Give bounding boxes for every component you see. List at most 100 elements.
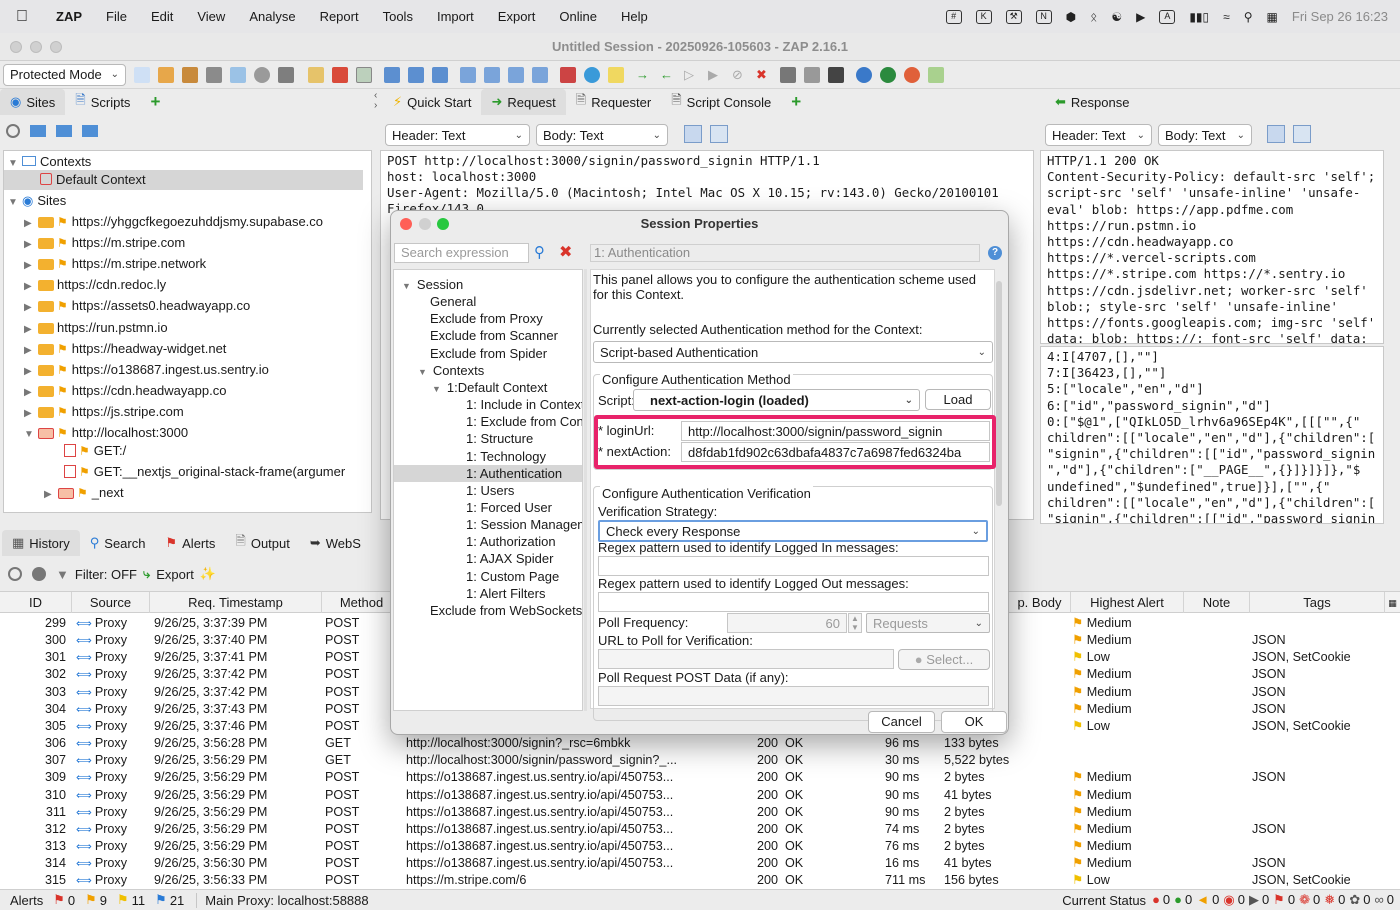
options-tree-item[interactable]: 1: Forced User [394,499,582,516]
show-all-tabs-icon[interactable] [308,66,324,83]
k-icon[interactable]: K [975,9,992,24]
minimize-window-button[interactable] [30,41,42,53]
options-tree-item[interactable]: 1: Technology [394,448,582,465]
tab-sites[interactable]: ◉ Sites [0,89,66,115]
menu-view[interactable]: View [185,9,237,24]
tree-site-item[interactable]: ▶ ⚑ https://cdn.headwayapp.co [24,381,226,401]
new-context-icon[interactable] [30,125,46,137]
help-icon[interactable]: ? [988,246,1002,260]
share-icon[interactable]: ☯ [1111,10,1122,24]
select-button[interactable]: ● Select... [898,649,990,670]
status-icon[interactable]: # [945,9,962,24]
layout-tabs-icon[interactable] [432,66,448,83]
load-button[interactable]: Load [925,389,991,410]
logged-in-regex-field[interactable] [598,556,989,576]
hide-tabs-icon[interactable] [332,66,348,83]
menu-report[interactable]: Report [308,9,371,24]
spotlight-icon[interactable]: ⚲ [1244,10,1253,24]
tree-search-input[interactable]: Search expression [394,243,529,263]
col-id[interactable]: ID [0,592,72,614]
verification-strategy-select[interactable]: Check every Response ⌄ [598,520,988,542]
clock[interactable]: Fri Sep 26 16:23 [1292,9,1388,24]
menu-import[interactable]: Import [425,9,486,24]
layout-a-icon[interactable] [460,66,476,83]
firefox-icon[interactable] [904,66,920,83]
options-tree-item[interactable]: 1: Users [394,482,582,499]
menu-export[interactable]: Export [486,9,548,24]
session-properties-icon[interactable] [230,66,246,83]
response-body-view-select[interactable]: Body: Text ⌄ [1158,124,1252,146]
table-row[interactable]: 314 ⟺ Proxy 9/26/25, 3:56:30 PM POST https:/… [0,855,1400,872]
control-center-icon[interactable]: ▦ [1267,10,1278,24]
tree-default-context[interactable]: Default Context [4,170,363,190]
tab-alerts[interactable]: ⚑ Alerts [155,535,225,551]
options-tree-item[interactable]: General [394,293,582,310]
menu-analyse[interactable]: Analyse [237,9,307,24]
tree-site-item[interactable]: ▶ ⚑ https://m.stripe.com [24,233,185,253]
table-row[interactable]: 312 ⟺ Proxy 9/26/25, 3:56:29 PM POST https:/… [0,821,1400,838]
response-body-view[interactable]: 4:I[4707,[],""] 7:I[36423,[],""] 5:["local… [1040,346,1384,524]
options-tree-item[interactable]: 1: AJAX Spider [394,550,582,567]
poll-units-select[interactable]: Requests ⌄ [866,613,990,633]
options-gear-icon[interactable] [254,66,270,83]
tab-search[interactable]: ⚲ Search [80,535,156,551]
tree-site-item[interactable]: ▶ ⚑ https://js.stripe.com [24,402,184,422]
n-icon[interactable]: N [1035,9,1052,24]
table-row[interactable]: 311 ⟺ Proxy 9/26/25, 3:56:29 PM POST https:/… [0,804,1400,821]
clear-search-icon[interactable]: ✖ [559,242,572,262]
options-tree-item[interactable]: 1: Authorization [394,533,582,550]
layout-side-icon[interactable] [408,66,424,83]
tree-child[interactable]: ⚑ GET:__nextjs_original-stack-frame(argum… [64,462,345,482]
tree-site-item[interactable]: ▶ ⚑ https://yhggcfkegoezuhddjsmy.supabase.… [24,212,323,232]
tab-scripts[interactable]: 🗎 Scripts [65,91,140,113]
script-select[interactable]: next-action-login (loaded) ⌄ [633,389,920,411]
add-tab-button[interactable]: + [781,92,811,112]
tab-requester[interactable]: 🗎 Requester [566,91,661,113]
layout-c-icon[interactable] [508,66,524,83]
tree-sites[interactable]: ▼ ◉ Sites [8,191,66,211]
col-note[interactable]: Note [1184,592,1250,614]
tab-response[interactable]: ⬅ Response [1045,94,1139,110]
help-icon[interactable] [856,66,872,83]
options-tree-item[interactable]: Exclude from Scanner [394,327,582,344]
col-size[interactable]: p. Body [1009,592,1071,614]
break-request-icon[interactable]: → [636,67,652,83]
cancel-button[interactable]: Cancel [868,711,935,733]
export-icon[interactable] [278,66,294,83]
split-vertical-icon[interactable] [1293,125,1311,143]
poll-post-field[interactable] [598,686,989,706]
options-tree-item[interactable]: Exclude from WebSockets [394,602,582,619]
broom-icon[interactable]: ✨ [200,566,216,582]
tree-site-item[interactable]: ▶ https://run.pstmn.io [24,318,168,338]
options-tree-item[interactable]: 1: Session Management [394,516,582,533]
tab-history[interactable]: ▦ History [2,530,80,556]
export-button[interactable]: Export [156,567,194,582]
request-header-view-select[interactable]: Header: Text ⌄ [385,124,530,146]
open-session-icon[interactable] [158,66,174,83]
tab-quick-start[interactable]: ⚡ Quick Start [383,94,481,110]
layout-b-icon[interactable] [484,66,500,83]
tree-site-item[interactable]: ▶ ⚑ https://headway-widget.net [24,339,226,359]
logged-out-regex-field[interactable] [598,592,989,612]
tree-child[interactable]: ⚑ GET:/ [64,441,126,461]
hud-icon[interactable] [880,66,896,83]
scope-icon[interactable] [32,567,46,581]
request-body-view-select[interactable]: Body: Text ⌄ [536,124,668,146]
continue-icon[interactable]: ▶ [708,67,724,83]
table-row[interactable]: 310 ⟺ Proxy 9/26/25, 3:56:29 PM POST https:/… [0,787,1400,804]
layout-d-icon[interactable] [532,66,548,83]
console-icon[interactable] [828,66,844,83]
col-tags[interactable]: Tags [1250,592,1385,614]
response-header-view-select[interactable]: Header: Text ⌄ [1045,124,1152,146]
add-tab-button[interactable]: + [140,92,170,112]
table-row[interactable]: 306 ⟺ Proxy 9/26/25, 3:56:28 PM GET http://l… [0,735,1400,752]
tree-site-item[interactable]: ▶ https://cdn.redoc.ly [24,275,166,295]
tree-site-item[interactable]: ▶ ⚑ https://m.stripe.network [24,254,206,274]
poll-url-field[interactable] [598,649,894,669]
zoom-window-button[interactable] [50,41,62,53]
col-highest-alert[interactable]: Highest Alert [1071,592,1184,614]
response-header-view[interactable]: HTTP/1.1 200 OK Content-Security-Policy: … [1040,150,1384,344]
menu-file[interactable]: File [94,9,139,24]
bulb-icon[interactable] [608,66,624,83]
col-timestamp[interactable]: Req. Timestamp [150,592,322,614]
